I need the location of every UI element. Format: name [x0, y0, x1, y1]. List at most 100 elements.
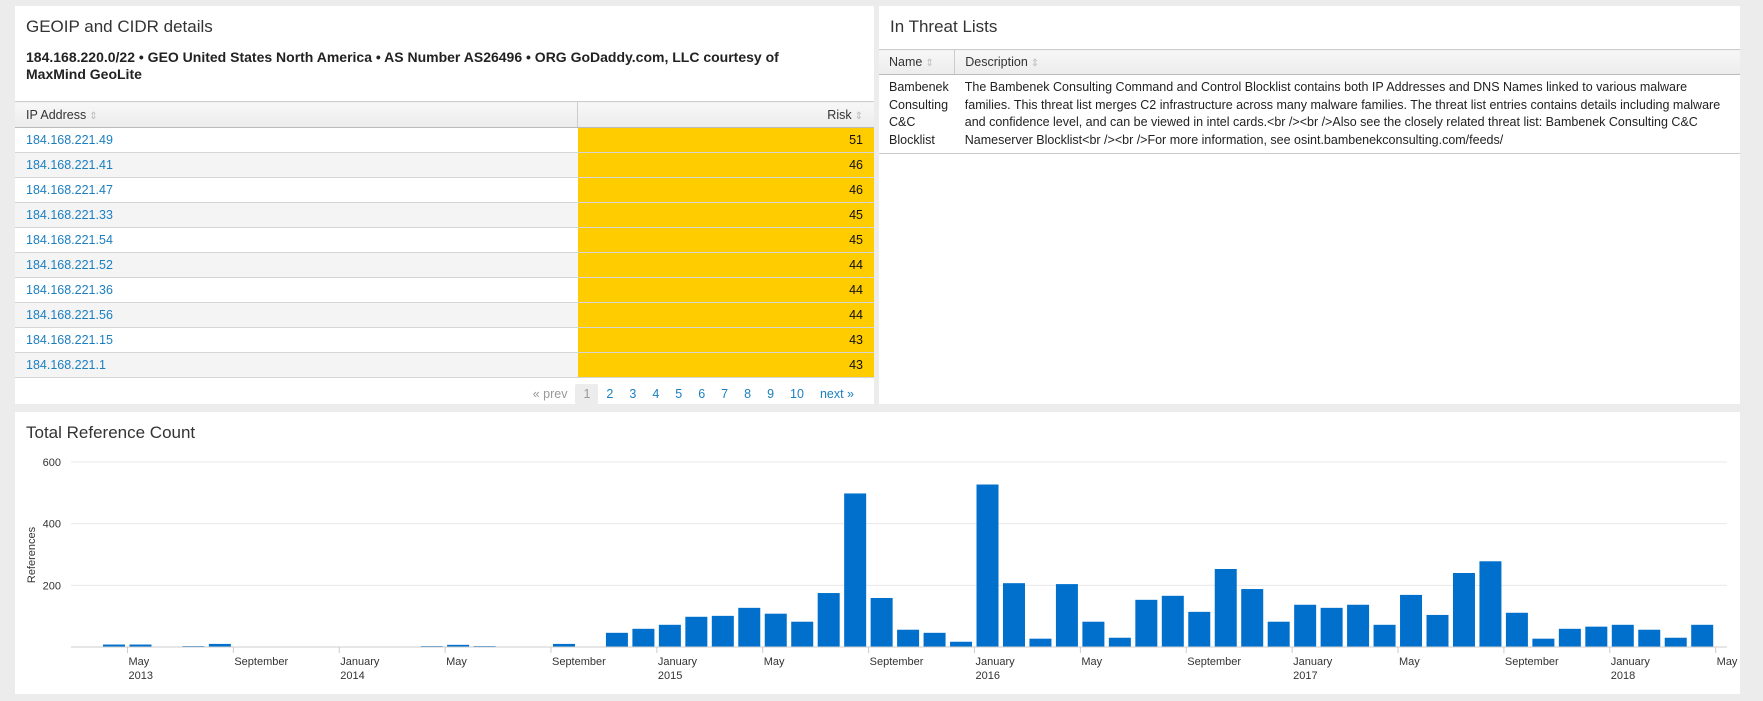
ip-link[interactable]: 184.168.221.1	[26, 358, 106, 372]
x-tick-label: January	[1293, 656, 1333, 668]
risk-cell: 44	[577, 277, 874, 303]
table-row: 184.168.221.33 45	[15, 202, 874, 228]
page-2-button[interactable]: 2	[598, 384, 621, 404]
page-10-button[interactable]: 10	[782, 384, 812, 404]
bar[interactable]	[1373, 624, 1396, 647]
x-tick-label: May	[128, 656, 149, 668]
bar[interactable]	[1135, 599, 1158, 647]
y-tick-label: 400	[43, 519, 61, 531]
bar[interactable]	[1611, 624, 1634, 647]
ip-link[interactable]: 184.168.221.47	[26, 183, 113, 197]
ip-cell: 184.168.221.1	[15, 352, 578, 378]
bar[interactable]	[1082, 621, 1105, 647]
ip-cell: 184.168.221.47	[15, 177, 578, 203]
table-row: 184.168.221.36 44	[15, 277, 874, 303]
ip-link[interactable]: 184.168.221.33	[26, 208, 113, 222]
bar[interactable]	[685, 616, 708, 647]
bar[interactable]	[1452, 573, 1475, 647]
y-axis-label: References	[26, 526, 38, 583]
bar[interactable]	[1400, 594, 1423, 647]
bar[interactable]	[844, 493, 867, 647]
ip-link[interactable]: 184.168.221.56	[26, 308, 113, 322]
bar[interactable]	[1188, 611, 1211, 647]
ip-link[interactable]: 184.168.221.15	[26, 333, 113, 347]
ip-cell: 184.168.221.49	[15, 127, 578, 153]
bar[interactable]	[950, 641, 973, 647]
bar[interactable]	[897, 629, 920, 647]
bar[interactable]	[738, 607, 761, 647]
x-tick-year-label: 2016	[976, 670, 1000, 682]
bar[interactable]	[1161, 595, 1184, 647]
bar[interactable]	[1664, 637, 1687, 647]
ip-cell: 184.168.221.33	[15, 202, 578, 228]
column-header-risk[interactable]: Risk ⇕	[577, 101, 874, 128]
risk-cell: 43	[577, 352, 874, 378]
bar[interactable]	[1241, 589, 1264, 647]
table-row: 184.168.221.15 43	[15, 327, 874, 353]
page-5-button[interactable]: 5	[667, 384, 690, 404]
bar[interactable]	[1347, 604, 1370, 647]
page-7-button[interactable]: 7	[713, 384, 736, 404]
next-page-button[interactable]: next »	[812, 384, 862, 404]
ip-link[interactable]: 184.168.221.52	[26, 258, 113, 272]
bar[interactable]	[923, 632, 946, 647]
bar[interactable]	[605, 632, 628, 647]
bar[interactable]	[1267, 621, 1290, 647]
bar[interactable]	[1214, 568, 1237, 647]
threat-list-description: The Bambenek Consulting Command and Cont…	[954, 74, 1740, 154]
threat-list-name: Bambenek Consulting C&C Blocklist	[879, 74, 955, 154]
bar[interactable]	[1505, 612, 1528, 647]
bar[interactable]	[1002, 583, 1025, 647]
bar[interactable]	[1532, 638, 1555, 647]
page-3-button[interactable]: 3	[621, 384, 644, 404]
x-tick-label: January	[340, 656, 380, 668]
bar[interactable]	[1294, 604, 1317, 647]
column-header-description[interactable]: Description ⇕	[954, 49, 1740, 75]
page-6-button[interactable]: 6	[690, 384, 713, 404]
bar[interactable]	[870, 597, 893, 647]
table-row: 184.168.221.52 44	[15, 252, 874, 278]
bar[interactable]	[632, 628, 655, 647]
bar[interactable]	[764, 613, 787, 647]
bar[interactable]	[1638, 629, 1661, 647]
x-tick-label: September	[870, 656, 924, 668]
risk-cell: 44	[577, 302, 874, 328]
bar[interactable]	[1585, 626, 1608, 647]
ip-link[interactable]: 184.168.221.49	[26, 133, 113, 147]
page-9-button[interactable]: 9	[759, 384, 782, 404]
bar[interactable]	[976, 484, 999, 647]
x-tick-label: January	[658, 656, 698, 668]
bar[interactable]	[1029, 638, 1052, 647]
x-tick-label: May	[1399, 656, 1420, 668]
bar[interactable]	[1691, 624, 1714, 647]
bar[interactable]	[1558, 628, 1581, 647]
bar[interactable]	[1108, 637, 1131, 647]
risk-cell: 51	[577, 127, 874, 153]
prev-page-button[interactable]: « prev	[525, 384, 576, 404]
bar[interactable]	[817, 593, 840, 647]
bar[interactable]	[1320, 607, 1343, 647]
ip-link[interactable]: 184.168.221.36	[26, 283, 113, 297]
page-4-button[interactable]: 4	[644, 384, 667, 404]
sort-icon: ⇕	[925, 58, 934, 69]
x-tick-year-label: 2018	[1611, 670, 1635, 682]
ip-link[interactable]: 184.168.221.41	[26, 158, 113, 172]
table-row: 184.168.221.54 45	[15, 227, 874, 253]
page-8-button[interactable]: 8	[736, 384, 759, 404]
bar[interactable]	[791, 621, 814, 647]
page-1-button[interactable]: 1	[575, 384, 599, 404]
geoip-cidr-panel: GEOIP and CIDR details 184.168.220.0/22 …	[15, 6, 874, 404]
ip-link[interactable]: 184.168.221.54	[26, 233, 113, 247]
bar[interactable]	[1479, 561, 1502, 647]
panel-title: GEOIP and CIDR details	[26, 17, 213, 36]
bar[interactable]	[658, 624, 681, 647]
bar[interactable]	[1426, 614, 1449, 647]
cidr-summary: 184.168.220.0/22 • GEO United States Nor…	[26, 49, 779, 82]
ip-cell: 184.168.221.52	[15, 252, 578, 278]
column-header-name[interactable]: Name ⇕	[879, 49, 955, 75]
risk-cell: 45	[577, 227, 874, 253]
column-header-ip[interactable]: IP Address ⇕	[15, 101, 578, 128]
ip-risk-table: IP Address ⇕ Risk ⇕ 184.168.221.49 51 184.16…	[15, 101, 874, 378]
bar[interactable]	[1055, 584, 1078, 647]
bar[interactable]	[711, 615, 734, 647]
